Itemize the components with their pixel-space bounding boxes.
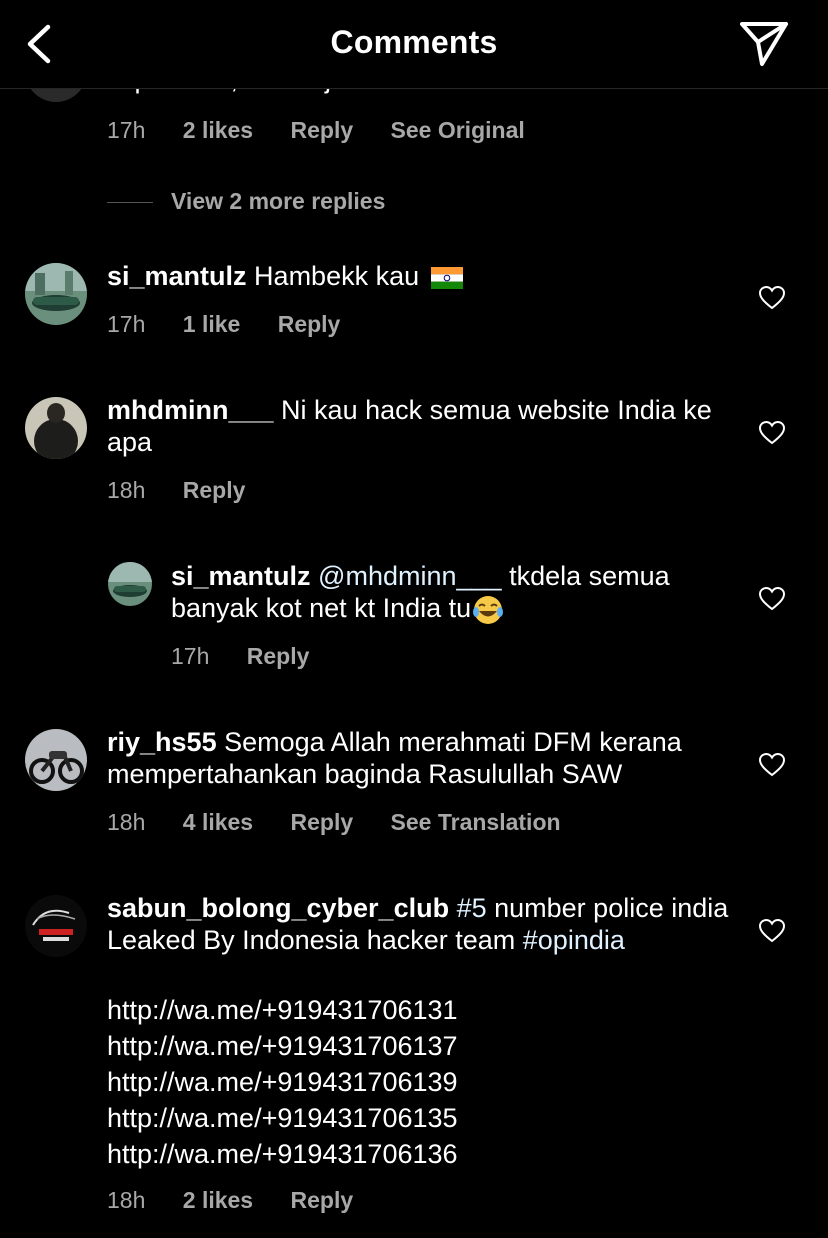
comment-meta: 17h 1 like Reply <box>107 311 371 338</box>
url-link[interactable]: http://wa.me/+919431706139 <box>107 1064 458 1100</box>
likes-count[interactable]: 1 like <box>183 311 241 338</box>
username[interactable]: mhdminn___ <box>107 395 274 425</box>
username[interactable]: sabun_bolong_cyber_club <box>107 893 449 923</box>
comment-meta: 17h 2 likes Reply See Original <box>107 117 556 144</box>
heart-icon[interactable] <box>759 587 785 611</box>
comment-meta: 18h 4 likes Reply See Translation <box>107 809 592 836</box>
heart-icon[interactable] <box>759 421 785 445</box>
url-link[interactable]: http://wa.me/+919431706131 <box>107 992 458 1028</box>
top-bar: Comments <box>0 0 828 89</box>
comment-time: 18h <box>107 477 146 503</box>
avatar[interactable] <box>25 397 87 459</box>
reply-button[interactable]: Reply <box>278 311 341 338</box>
view-more-replies[interactable]: View 2 more replies <box>107 188 385 215</box>
india-flag-emoji <box>430 266 463 289</box>
comment-meta: 18h Reply <box>107 477 276 504</box>
heart-icon[interactable] <box>759 286 785 310</box>
comment-time: 17h <box>107 117 146 143</box>
url-link[interactable]: http://wa.me/+919431706137 <box>107 1028 458 1064</box>
url-link[interactable]: http://wa.me/+919431706136 <box>107 1136 458 1172</box>
avatar[interactable] <box>25 729 87 791</box>
reply-body: si_mantulz @mhdminn___ tkdela semua bany… <box>171 560 731 626</box>
reply-button[interactable]: Reply <box>183 477 246 504</box>
comment-meta: 17h Reply <box>171 643 340 670</box>
reply-button[interactable]: Reply <box>291 117 354 144</box>
heart-icon[interactable] <box>759 919 785 943</box>
likes-count[interactable]: 2 likes <box>183 1187 253 1214</box>
username[interactable]: riy_hs55 <box>107 727 217 757</box>
comment-text: Hambekk kau <box>246 261 420 291</box>
see-translation-button[interactable]: See Translation <box>391 809 561 836</box>
reply-button[interactable]: Reply <box>291 1187 354 1214</box>
username[interactable]: si_mantulz <box>107 261 247 291</box>
comment-time: 18h <box>107 1187 146 1213</box>
see-original-button[interactable]: See Original <box>391 117 525 144</box>
comment-body: riy_hs55 Semoga Allah merahmati DFM kera… <box>107 726 737 790</box>
url-link[interactable]: http://wa.me/+919431706135 <box>107 1100 458 1136</box>
send-icon[interactable] <box>738 20 790 68</box>
comment-body: mhdminn___ Ni kau hack semua website Ind… <box>107 394 727 458</box>
comment-time: 17h <box>171 643 210 669</box>
comment-time: 18h <box>107 809 146 835</box>
comment-body: sabun_bolong_cyber_club #5 number police… <box>107 892 737 956</box>
hashtag-link[interactable]: #opindia <box>523 925 625 955</box>
avatar[interactable] <box>25 263 87 325</box>
reply-button[interactable]: Reply <box>291 809 354 836</box>
divider <box>107 202 153 204</box>
page-title: Comments <box>330 24 498 60</box>
likes-count[interactable]: 4 likes <box>183 809 253 836</box>
mention-link[interactable]: @mhdminn___ <box>311 561 502 591</box>
heart-icon[interactable] <box>759 753 785 777</box>
view-more-label: View 2 more replies <box>171 188 386 214</box>
likes-count[interactable]: 2 likes <box>183 117 253 144</box>
reply-button[interactable]: Reply <box>247 643 310 670</box>
avatar[interactable] <box>108 562 152 606</box>
hashtag-link[interactable]: #5 <box>449 893 487 923</box>
comment-body: si_mantulz Hambekk kau <box>107 260 727 292</box>
username[interactable]: si_mantulz <box>171 561 311 591</box>
comment-meta: 18h 2 likes Reply <box>107 1187 384 1214</box>
link-list: http://wa.me/+919431706131 http://wa.me/… <box>107 992 458 1172</box>
avatar[interactable] <box>25 895 87 957</box>
tears-of-joy-emoji <box>473 595 504 624</box>
comment-time: 17h <box>107 311 146 337</box>
